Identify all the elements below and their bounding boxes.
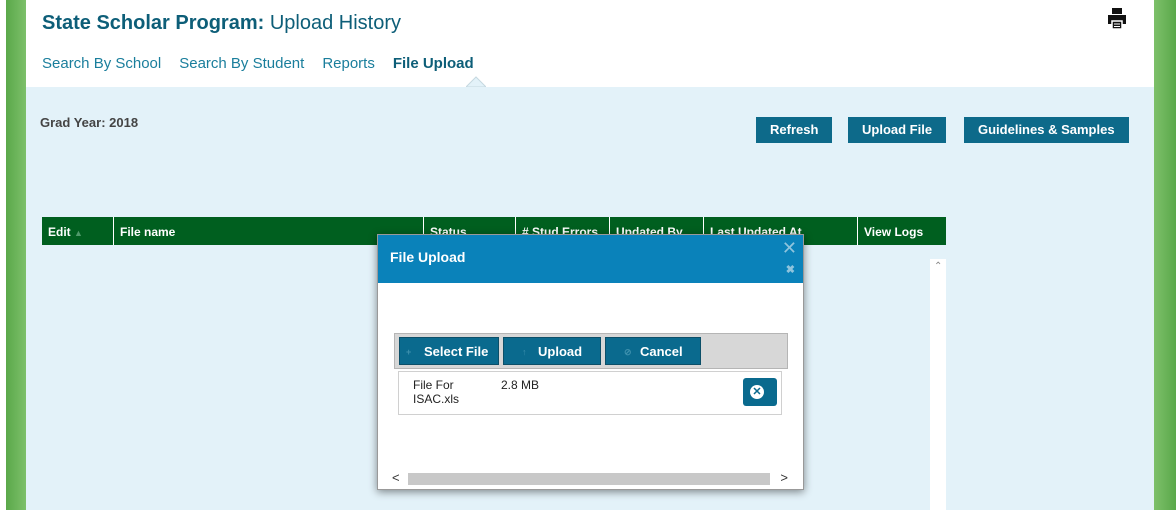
cancel-label: Cancel bbox=[640, 344, 683, 359]
sort-arrow-icon: ▲ bbox=[74, 228, 83, 238]
nav-reports[interactable]: Reports bbox=[322, 55, 375, 72]
grad-year-label: Grad Year: 2018 bbox=[40, 115, 139, 130]
header: State Scholar Program: Upload History Se… bbox=[26, 0, 1154, 87]
remove-x-icon: ✕ bbox=[750, 385, 764, 399]
plus-icon: + bbox=[406, 347, 412, 357]
main-nav: Search By School Search By Student Repor… bbox=[42, 55, 474, 72]
column-view-logs[interactable]: View Logs bbox=[858, 217, 946, 245]
close-icon[interactable]: ✕ bbox=[782, 239, 797, 257]
nav-file-upload[interactable]: File Upload bbox=[393, 55, 474, 72]
upload-button[interactable]: ↑ Upload bbox=[503, 337, 601, 365]
printer-icon[interactable] bbox=[1106, 8, 1128, 30]
page-title-section: Upload History bbox=[264, 12, 402, 34]
upload-label: Upload bbox=[538, 344, 583, 359]
left-frame bbox=[6, 0, 26, 510]
select-file-label: Select File bbox=[424, 344, 489, 359]
file-upload-dialog: File Upload ✕ ✖ + Select File ↑ Upload ⊘… bbox=[377, 234, 804, 490]
scroll-up-icon[interactable]: ⌃ bbox=[934, 261, 942, 272]
refresh-button[interactable]: Refresh bbox=[756, 117, 833, 143]
scrollbar-thumb[interactable] bbox=[408, 473, 770, 485]
nav-search-by-student[interactable]: Search By Student bbox=[179, 55, 304, 72]
cancel-icon: ⊘ bbox=[624, 347, 632, 357]
selected-file-row: File For ISAC.xls 2.8 MB ✕ bbox=[398, 371, 782, 415]
page-title: State Scholar Program: Upload History bbox=[42, 12, 401, 35]
dialog-horizontal-scrollbar[interactable]: < > bbox=[390, 470, 790, 487]
dialog-header: File Upload ✕ ✖ bbox=[378, 235, 803, 283]
table-vertical-scrollbar[interactable]: ⌃ bbox=[930, 259, 946, 510]
column-edit[interactable]: Edit ▲ bbox=[42, 217, 114, 245]
page-title-program: State Scholar Program: bbox=[42, 12, 265, 34]
upload-toolbar: + Select File ↑ Upload ⊘ Cancel bbox=[394, 333, 788, 369]
upload-file-button[interactable]: Upload File bbox=[848, 117, 947, 143]
right-frame bbox=[1154, 0, 1176, 510]
scroll-left-icon[interactable]: < bbox=[392, 470, 400, 485]
nav-search-by-school[interactable]: Search By School bbox=[42, 55, 161, 72]
file-name: File For ISAC.xls bbox=[413, 378, 460, 406]
upload-icon: ↑ bbox=[522, 347, 527, 357]
guidelines-samples-button[interactable]: Guidelines & Samples bbox=[964, 117, 1129, 143]
select-file-button[interactable]: + Select File bbox=[399, 337, 499, 365]
cancel-button[interactable]: ⊘ Cancel bbox=[605, 337, 701, 365]
dialog-title: File Upload bbox=[390, 249, 466, 265]
close-small-icon[interactable]: ✖ bbox=[786, 263, 795, 276]
active-tab-caret bbox=[466, 76, 486, 87]
file-size: 2.8 MB bbox=[501, 378, 540, 392]
remove-file-button[interactable]: ✕ bbox=[743, 378, 777, 406]
column-edit-label: Edit bbox=[48, 225, 71, 239]
scroll-right-icon[interactable]: > bbox=[780, 470, 788, 485]
